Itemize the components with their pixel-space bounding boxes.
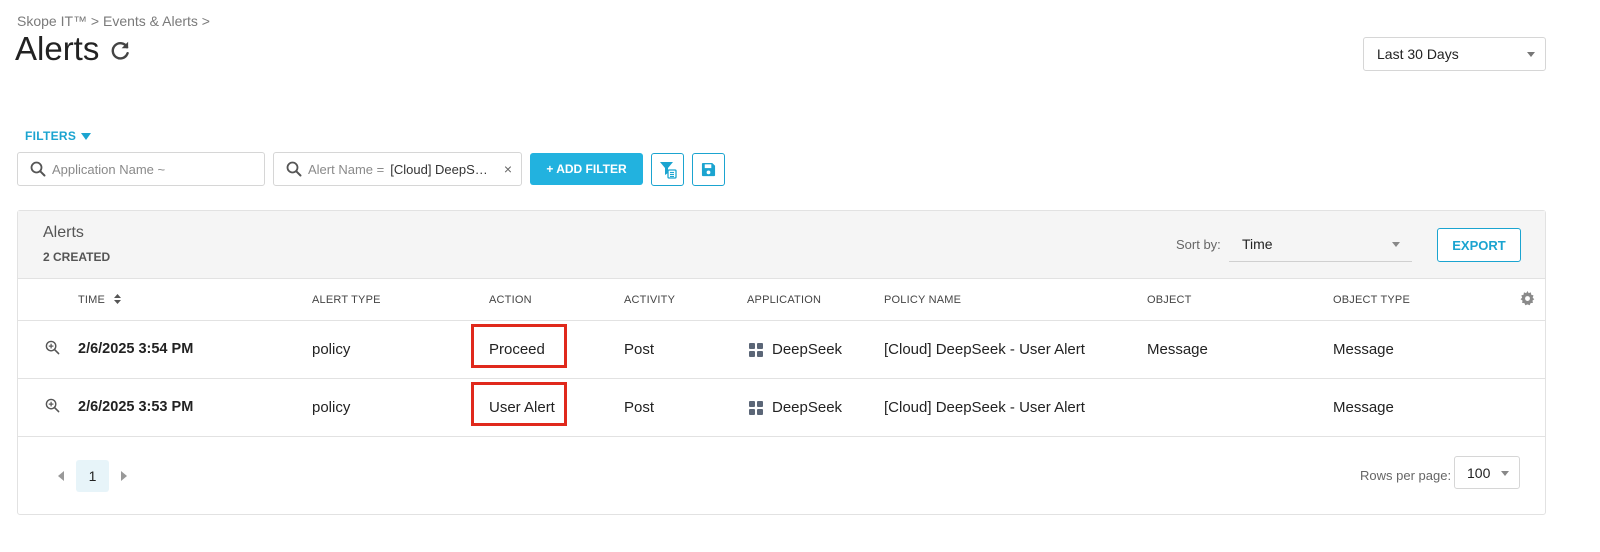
add-filter-button[interactable]: + ADD FILTER: [530, 153, 643, 185]
alert-name-filter[interactable]: Alert Name = [Cloud] DeepSe... ×: [273, 152, 522, 186]
application-name-filter[interactable]: Application Name ~: [17, 152, 265, 186]
policy-name-cell: [Cloud] DeepSeek - User Alert: [884, 341, 1085, 358]
search-icon: [30, 161, 46, 177]
table-row[interactable]: 2/6/2025 3:54 PM policy Proceed Post Dee…: [18, 321, 1545, 379]
object-type-cell: Message: [1333, 341, 1394, 358]
sort-arrows-icon: [114, 294, 122, 304]
table-row[interactable]: 2/6/2025 3:53 PM policy User Alert Post …: [18, 379, 1545, 437]
column-header-time[interactable]: TIME: [78, 294, 122, 306]
rows-per-page-label: Rows per page:: [1360, 468, 1452, 483]
application-name-placeholder: Application Name ~: [52, 161, 166, 177]
time-cell: 2/6/2025 3:54 PM: [78, 341, 194, 357]
column-header-object[interactable]: OBJECT: [1147, 294, 1192, 306]
filters-toggle[interactable]: FILTERS: [25, 129, 92, 143]
activity-cell: Post: [624, 341, 655, 358]
remove-filter-icon[interactable]: ×: [504, 161, 512, 177]
application-cell: DeepSeek: [749, 341, 842, 358]
panel-title: Alerts: [43, 224, 84, 241]
filter-manager-button[interactable]: [651, 153, 684, 186]
chevron-down-icon: [1501, 471, 1509, 476]
application-cell: DeepSeek: [749, 399, 842, 416]
page-title-text: Alerts: [15, 30, 100, 67]
export-button[interactable]: EXPORT: [1437, 228, 1521, 262]
column-header-policy-name[interactable]: POLICY NAME: [884, 294, 961, 306]
application-name: DeepSeek: [772, 341, 843, 358]
page-number-button[interactable]: 1: [76, 460, 109, 492]
column-header-alert-type[interactable]: ALERT TYPE: [312, 294, 381, 306]
column-header-time-label: TIME: [78, 294, 106, 306]
activity-cell: Post: [624, 399, 655, 416]
date-range-select[interactable]: Last 30 Days: [1363, 37, 1546, 71]
sort-by-value: Time: [1242, 235, 1273, 252]
search-icon: [286, 161, 302, 177]
alert-name-label: Alert Name =: [308, 161, 385, 177]
app-grid-icon: [749, 342, 763, 357]
object-type-cell: Message: [1333, 399, 1394, 416]
column-header-application[interactable]: APPLICATION: [747, 294, 821, 306]
object-cell: Message: [1147, 341, 1208, 358]
gear-icon[interactable]: [1520, 291, 1535, 306]
app-grid-icon: [749, 400, 763, 415]
sort-by-select[interactable]: Time: [1229, 226, 1412, 262]
save-filter-button[interactable]: [692, 153, 725, 186]
action-cell: User Alert: [489, 399, 555, 416]
action-cell: Proceed: [489, 341, 545, 358]
chevron-down-icon: [1527, 52, 1535, 57]
time-cell: 2/6/2025 3:53 PM: [78, 399, 194, 415]
alert-type-cell: policy: [312, 341, 351, 358]
alert-name-value: [Cloud] DeepSe...: [390, 161, 493, 177]
date-range-value: Last 30 Days: [1377, 46, 1459, 62]
rows-per-page-select[interactable]: 100: [1454, 456, 1520, 489]
panel-header: Alerts 2 CREATED Sort by: Time EXPORT: [18, 211, 1545, 279]
page-title: Alerts: [15, 30, 133, 68]
filters-toggle-label: FILTERS: [25, 129, 77, 143]
created-count: 2 CREATED: [43, 250, 111, 264]
filter-list-icon: [659, 161, 677, 179]
column-header-object-type[interactable]: OBJECT TYPE: [1333, 294, 1410, 306]
policy-name-cell: [Cloud] DeepSeek - User Alert: [884, 399, 1085, 416]
alert-type-cell: policy: [312, 399, 351, 416]
column-header-action[interactable]: ACTION: [489, 294, 532, 306]
chevron-down-icon: [1392, 242, 1400, 247]
caret-down-icon: [81, 132, 92, 140]
rows-per-page-value: 100: [1467, 464, 1491, 481]
application-name: DeepSeek: [772, 399, 843, 416]
next-page-icon[interactable]: [121, 471, 127, 481]
pagination: 1: [58, 460, 127, 492]
save-icon: [701, 162, 716, 177]
breadcrumb[interactable]: Skope IT™ > Events & Alerts >: [17, 13, 210, 29]
zoom-in-icon[interactable]: [45, 340, 60, 355]
previous-page-icon[interactable]: [58, 471, 64, 481]
alerts-panel: Alerts 2 CREATED Sort by: Time EXPORT TI…: [17, 210, 1546, 515]
refresh-icon[interactable]: [107, 38, 133, 64]
sort-by-label: Sort by:: [1176, 237, 1221, 252]
zoom-in-icon[interactable]: [45, 398, 60, 413]
table-header: TIME ALERT TYPE ACTION ACTIVITY APPLICAT…: [18, 279, 1545, 321]
column-header-activity[interactable]: ACTIVITY: [624, 294, 675, 306]
